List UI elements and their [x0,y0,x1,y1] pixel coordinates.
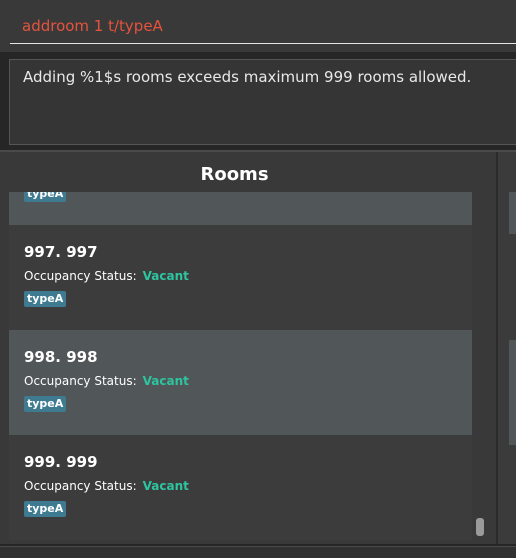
room-card[interactable]: typeA [9,192,472,225]
occupancy-status-value: Vacant [142,374,189,388]
result-message: Adding %1$s rooms exceeds maximum 999 ro… [23,68,472,86]
room-list[interactable]: typeA 997. 997 Occupancy Status: Vacant t… [9,192,472,540]
occupancy-status-value: Vacant [142,269,189,283]
secondary-panel-card[interactable] [509,340,516,445]
room-card-title: 999. 999 [24,453,98,471]
rooms-panel: Rooms typeA 997. 997 Occupancy Status: Va… [0,152,496,544]
secondary-panel [498,152,516,544]
room-card[interactable]: 997. 997 Occupancy Status: Vacant typeA [9,225,472,330]
status-bar [0,546,516,558]
occupancy-status-label: Occupancy Status: [24,269,137,283]
room-tag: typeA [24,192,67,202]
room-card[interactable]: 998. 998 Occupancy Status: Vacant typeA [9,330,472,435]
room-card-title: 998. 998 [24,348,98,366]
room-list-scrollbar[interactable] [476,518,484,536]
room-card[interactable]: 999. 999 Occupancy Status: Vacant typeA [9,435,472,540]
occupancy-status-label: Occupancy Status: [24,374,137,388]
occupancy-status: Occupancy Status: Vacant [24,479,189,493]
occupancy-status: Occupancy Status: Vacant [24,269,189,283]
occupancy-status-label: Occupancy Status: [24,479,137,493]
rooms-panel-title: Rooms [200,164,269,185]
result-display[interactable]: Adding %1$s rooms exceeds maximum 999 ro… [9,59,516,145]
command-input[interactable] [10,8,516,44]
secondary-panel-card[interactable] [509,192,516,234]
room-tag: typeA [24,291,67,307]
occupancy-status: Occupancy Status: Vacant [24,374,189,388]
command-box [0,0,516,52]
room-tag: typeA [24,501,67,517]
room-tag: typeA [24,396,67,412]
room-card-title: 997. 997 [24,243,98,261]
occupancy-status-value: Vacant [142,479,189,493]
